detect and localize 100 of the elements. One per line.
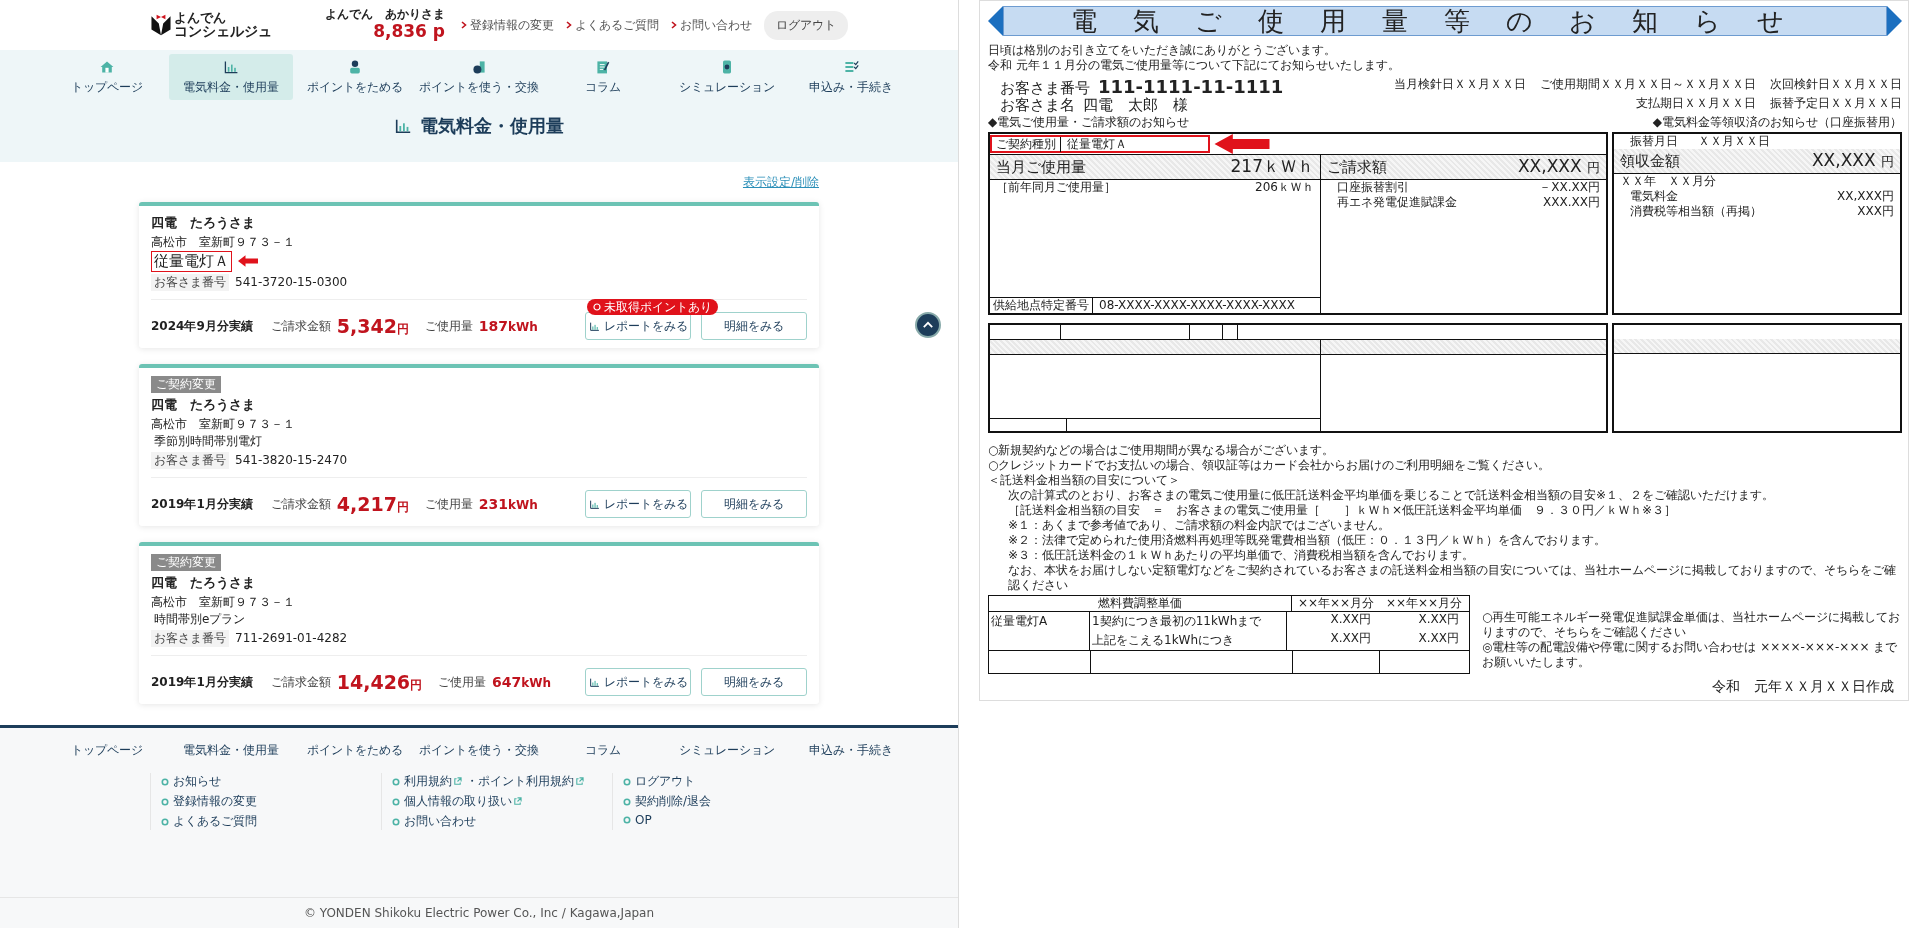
item-label: 口座振替割引 — [1337, 179, 1409, 195]
arrow-icon — [238, 255, 258, 268]
note-text: ○再生可能エネルギー発電促進賦課金単価は、当社ホームページに掲載しておりますので、そちらをご確認ください — [1482, 610, 1902, 641]
ring-icon — [623, 816, 631, 824]
item-label: 再エネ発電促進賦課金 — [1337, 194, 1457, 210]
customer-number: 541-3720-15-0300 — [235, 274, 348, 291]
footer-nav-link[interactable]: ポイントを使う・交換 — [417, 742, 541, 759]
field-label: お客さま番号 — [151, 452, 229, 470]
bar-chart-icon — [588, 498, 600, 510]
nav-tab[interactable]: トップページ — [45, 54, 169, 100]
plan-name: 従量電灯Ａ — [151, 250, 232, 273]
details-button[interactable]: 明細をみる — [701, 668, 807, 697]
footer-nav-link[interactable]: シミュレーション — [665, 742, 789, 759]
ring-icon — [392, 777, 400, 786]
billing-period: 2019年1月分実績 — [151, 495, 253, 513]
ring-icon — [161, 777, 169, 786]
external-link-icon — [575, 777, 584, 786]
field-label: 当月ご使用量 — [996, 158, 1086, 178]
user-name: よんでん あかりさま — [325, 8, 445, 23]
footer-link[interactable]: 利用規約 — [404, 773, 462, 790]
report-button[interactable]: レポートをみる — [585, 490, 691, 519]
nav-tab[interactable]: コラム — [541, 54, 665, 100]
note-text: ※３：低圧託送料金の１ｋＷｈあたりの平均単価で、消費税相当額を含んでおります。 — [1007, 548, 1476, 564]
nav-tab[interactable]: ポイントを使う・交換 — [417, 54, 541, 100]
footer-link[interactable]: ログアウト — [635, 773, 695, 790]
date-field: 振替予定日ＸＸ月ＸＸ日 — [1770, 96, 1902, 114]
table-cell: 1契約につき最初の11kWhまで — [1090, 612, 1287, 632]
status-tag: ご契約変更 — [151, 554, 221, 572]
display-settings-link[interactable]: 表示設定/削除 — [742, 174, 819, 190]
customer-name: 四電 たろうさま — [151, 574, 255, 593]
footer-link[interactable]: お知らせ — [173, 773, 221, 790]
report-button[interactable]: レポートをみる — [585, 668, 691, 697]
footer-link[interactable]: 契約削除/退会 — [635, 793, 712, 810]
field-label: お客さま名 — [1000, 96, 1075, 114]
details-button[interactable]: 明細をみる — [701, 490, 807, 519]
item-value: XXX.XX円 — [1543, 194, 1600, 210]
chevron-icon — [671, 21, 677, 29]
transfer-date: ＸＸ月ＸＸ日 — [1698, 134, 1770, 150]
table-cell: 上記をこえる1kWhにつき — [1090, 631, 1287, 651]
usage-amount: 206ｋＷｈ — [1255, 179, 1314, 195]
billing-amount: XX,XXX 円 — [1517, 156, 1600, 178]
issue-date: 令和 元年ＸＸ月ＸＸ日作成 — [1712, 678, 1894, 695]
item-label: 電気料金 — [1630, 188, 1678, 204]
footer-nav-link[interactable]: ポイントをためる — [293, 742, 417, 759]
bar-chart-icon — [588, 676, 600, 688]
nav-tab[interactable]: 電気料金・使用量 — [169, 54, 293, 100]
ring-icon — [161, 797, 169, 806]
field-label: ［前年同月ご使用量］ — [996, 179, 1116, 195]
customer-name: 四電 たろうさま — [151, 396, 255, 415]
scroll-top-button[interactable] — [915, 312, 941, 338]
table-cell-text: X.XX円 — [1417, 631, 1460, 648]
contract-type: 従量電灯Ａ — [1066, 136, 1128, 152]
footer-link[interactable]: ・ポイント利用規約 — [466, 773, 584, 790]
receipt-period: ＸＸ年 ＸＸ月分 — [1620, 173, 1716, 189]
footer-nav-link[interactable]: トップページ — [45, 742, 169, 759]
receipt-amount: XX,XXX 円 — [1811, 150, 1894, 172]
header-link[interactable]: お問い合わせ — [671, 16, 752, 34]
note-text: ※２：法律で定められた使用済燃料再処理等既発電費相当額（低圧：０．１３円／ｋＷｈ）を含んでおります。 — [1007, 533, 1608, 549]
nav-tab[interactable]: シミュレーション — [665, 54, 789, 100]
table-cell-text: X.XX円 — [1329, 631, 1372, 648]
nav-tab[interactable]: ポイントをためる — [293, 54, 417, 100]
ring-icon — [392, 817, 400, 826]
date-field: 次回検針日ＸＸ月ＸＸ日 — [1770, 77, 1902, 95]
date-field: 支払期日ＸＸ月ＸＸ日 — [1636, 96, 1756, 114]
nav-tab[interactable]: 申込み・手続き — [789, 54, 913, 100]
date-field: 当月検針日ＸＸ月ＸＸ日 — [1394, 77, 1526, 95]
notepad-icon — [595, 58, 611, 75]
address: 高松市 室新町９７３－１ — [151, 595, 295, 611]
ring-icon — [623, 797, 631, 806]
usage-amount: 217ｋＷｈ — [1230, 156, 1314, 178]
header-link[interactable]: 登録情報の変更 — [461, 16, 554, 34]
note-text: ［託送料金相当額の目安 ＝ お客さまの電気ご使用量［ ］ｋＷｈ×低圧託送料金平均単価 ９．３０円／ｋＷｈ※３］ — [1007, 503, 1678, 519]
details-button[interactable]: 明細をみる — [701, 312, 807, 341]
document-title: 電気ご使用量等のお知らせ — [1003, 6, 1887, 36]
field-label: ご請求金額 — [270, 317, 331, 335]
table-cell-text: X.XX円 — [1329, 612, 1372, 629]
copyright: © YONDEN Shikoku Electric Power Co., Inc / Kagawa,Japan — [303, 906, 655, 920]
footer-link[interactable]: 登録情報の変更 — [173, 793, 257, 810]
field-label: お客さま番号 — [151, 274, 229, 292]
footer-link[interactable]: 個人情報の取り扱い — [404, 793, 522, 810]
note-text: ○新規契約などの場合はご使用期間が異なる場合がございます。 — [988, 443, 1336, 459]
greeting-text: 日頃は格別のお引き立てをいただき誠にありがとうございます。 — [988, 43, 1337, 58]
field-label: ご請求金額 — [270, 673, 331, 691]
field-label: お客さま番号 — [1000, 80, 1090, 97]
footer-nav-link[interactable]: 電気料金・使用量 — [169, 742, 293, 759]
item-label: 消費税等相当額（再掲） — [1630, 203, 1762, 219]
usage-amount: 231kWh — [478, 496, 538, 513]
greeting-text: 令和 元年１１月分の電気ご使用量等について下記にてお知らせいたします。 — [988, 58, 1401, 73]
footer-link[interactable]: OP — [635, 813, 652, 827]
header-link[interactable]: よくあるご質問 — [566, 16, 659, 34]
address: 高松市 室新町９７３－１ — [151, 235, 295, 251]
logout-button[interactable]: ログアウト — [764, 10, 848, 40]
bar-chart-icon — [588, 320, 600, 332]
footer-nav-link[interactable]: コラム — [541, 742, 665, 759]
status-tag: ご契約変更 — [151, 376, 221, 394]
footer-link[interactable]: よくあるご質問 — [173, 813, 257, 830]
footer-nav-link[interactable]: 申込み・手続き — [789, 742, 913, 759]
item-value: XX,XXX円 — [1837, 188, 1894, 204]
footer-link[interactable]: お問い合わせ — [404, 813, 476, 830]
plan-name: 時間帯別eプラン — [153, 610, 247, 628]
